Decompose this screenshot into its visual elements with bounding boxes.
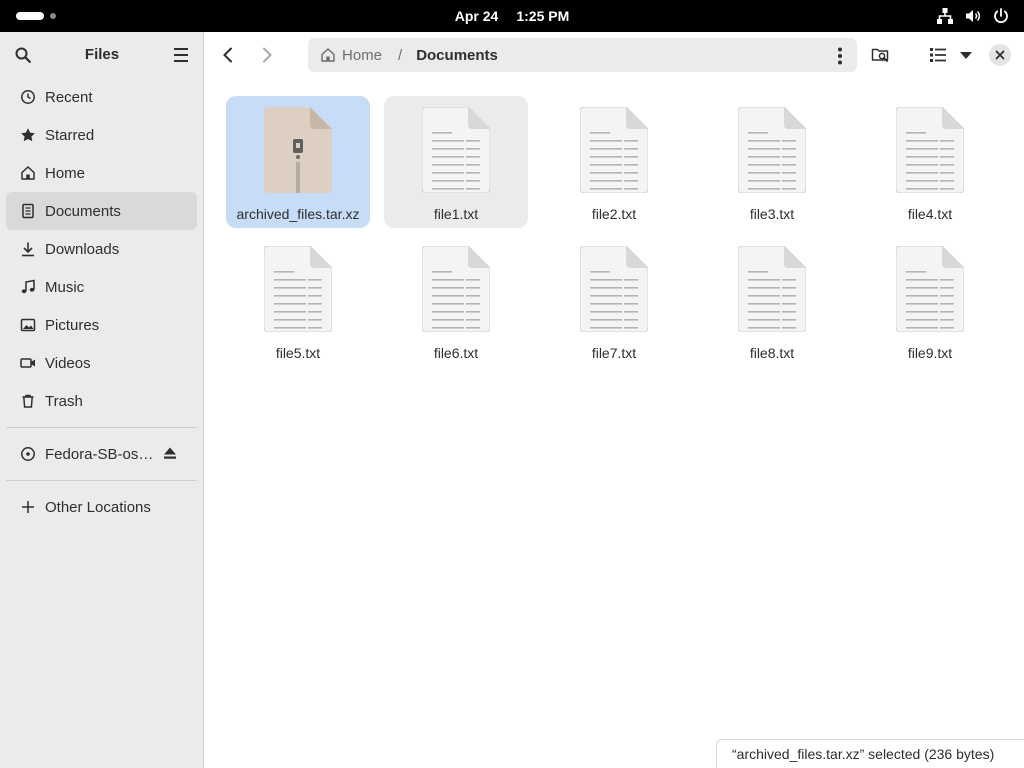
text-file-icon [896, 246, 964, 332]
file-item[interactable]: file2.txt [542, 96, 686, 228]
sidebar-item-label: Downloads [45, 240, 120, 258]
header-bar: Home / Documents [205, 32, 1024, 78]
file-item[interactable]: file7.txt [542, 235, 686, 367]
file-name: file1.txt [433, 206, 479, 222]
sidebar-item-label: Starred [45, 126, 95, 144]
sidebar-item-label: Music [45, 278, 85, 296]
search-location-icon[interactable] [871, 46, 889, 64]
file-name: file7.txt [591, 345, 637, 361]
text-file-icon [264, 246, 332, 332]
hamburger-menu-icon[interactable] [172, 47, 190, 63]
sidebar-item-videos[interactable]: Videos [6, 344, 197, 382]
file-name: archived_files.tar.xz [236, 206, 360, 222]
sidebar: Files Recent Starred Home Documents Down… [0, 32, 204, 768]
chevron-down-icon[interactable] [959, 51, 973, 60]
volume-icon [966, 10, 980, 22]
video-icon [20, 355, 36, 371]
star-icon [20, 127, 36, 143]
places-list: Recent Starred Home Documents Downloads … [0, 78, 203, 420]
file-item[interactable]: file8.txt [700, 235, 844, 367]
network-icon [937, 8, 953, 24]
text-file-icon [580, 107, 648, 193]
disc-icon [20, 446, 36, 462]
sidebar-item-home[interactable]: Home [6, 154, 197, 192]
file-item[interactable]: file9.txt [858, 235, 1002, 367]
home-icon [321, 48, 335, 62]
file-name: file8.txt [749, 345, 795, 361]
sidebar-item-trash[interactable]: Trash [6, 382, 197, 420]
picture-icon [20, 317, 36, 333]
file-name: file5.txt [275, 345, 321, 361]
sidebar-divider [6, 480, 197, 481]
sidebar-item-label: Trash [45, 392, 83, 410]
text-file-icon [896, 107, 964, 193]
sidebar-item-documents[interactable]: Documents [6, 192, 197, 230]
sidebar-item-device[interactable]: Fedora-SB-os… [6, 435, 197, 473]
other-locations-list: Other Locations [0, 488, 203, 526]
text-file-icon [738, 107, 806, 193]
close-icon [995, 50, 1005, 60]
document-icon [20, 203, 36, 219]
archive-file-icon [264, 107, 332, 193]
plus-icon [20, 499, 36, 515]
home-icon [20, 165, 36, 181]
status-bar: “archived_files.tar.xz” selected (236 by… [716, 739, 1024, 768]
main-view: Home / Documents archived_files.tar.xzfi… [205, 32, 1024, 768]
path-bar[interactable]: Home / Documents [308, 38, 857, 72]
forward-button[interactable] [258, 46, 276, 64]
more-options-icon[interactable] [837, 47, 843, 65]
file-name: file4.txt [907, 206, 953, 222]
sidebar-item-label: Videos [45, 354, 91, 372]
text-file-icon [422, 246, 490, 332]
file-name: file9.txt [907, 345, 953, 361]
sidebar-item-label: Pictures [45, 316, 100, 334]
devices-list: Fedora-SB-os… [0, 435, 203, 473]
sidebar-item-label: Other Locations [45, 498, 151, 516]
breadcrumb-current[interactable]: Documents [416, 47, 498, 64]
eject-icon[interactable] [163, 446, 177, 460]
sidebar-item-downloads[interactable]: Downloads [6, 230, 197, 268]
system-tray[interactable] [936, 7, 1010, 25]
sidebar-item-label: Recent [45, 88, 93, 106]
sidebar-item-starred[interactable]: Starred [6, 116, 197, 154]
file-item[interactable]: file4.txt [858, 96, 1002, 228]
file-name: file2.txt [591, 206, 637, 222]
text-file-icon [738, 246, 806, 332]
power-icon [994, 8, 1008, 23]
clock-date: Apr 24 [454, 8, 499, 24]
file-name: file3.txt [749, 206, 795, 222]
sidebar-item-music[interactable]: Music [6, 268, 197, 306]
list-view-icon[interactable] [929, 47, 947, 63]
back-button[interactable] [219, 46, 237, 64]
file-item[interactable]: file6.txt [384, 235, 528, 367]
text-file-icon [422, 107, 490, 193]
breadcrumb-separator: / [398, 46, 403, 64]
sidebar-item-recent[interactable]: Recent [6, 78, 197, 116]
top-bar: Apr 24 1:25 PM [0, 0, 1024, 32]
sidebar-item-label: Documents [45, 202, 121, 220]
sidebar-item-other-locations[interactable]: Other Locations [6, 488, 197, 526]
file-item[interactable]: file1.txt [384, 96, 528, 228]
close-button[interactable] [989, 44, 1011, 66]
clock-icon [20, 89, 36, 105]
sidebar-item-pictures[interactable]: Pictures [6, 306, 197, 344]
clock-time: 1:25 PM [516, 8, 570, 24]
text-file-icon [580, 246, 648, 332]
file-item[interactable]: file3.txt [700, 96, 844, 228]
music-icon [20, 279, 36, 295]
sidebar-header: Files [0, 32, 203, 78]
sidebar-item-label: Fedora-SB-os… [45, 445, 154, 463]
clock[interactable]: Apr 24 1:25 PM [0, 8, 1024, 24]
breadcrumb-home[interactable]: Home [320, 47, 382, 64]
file-name: file6.txt [433, 345, 479, 361]
file-item[interactable]: archived_files.tar.xz [226, 96, 370, 228]
download-icon [20, 241, 36, 257]
trash-icon [20, 393, 36, 409]
sidebar-item-label: Home [45, 164, 86, 182]
sidebar-divider [6, 427, 197, 428]
breadcrumb-home-label: Home [342, 46, 383, 64]
file-item[interactable]: file5.txt [226, 235, 370, 367]
